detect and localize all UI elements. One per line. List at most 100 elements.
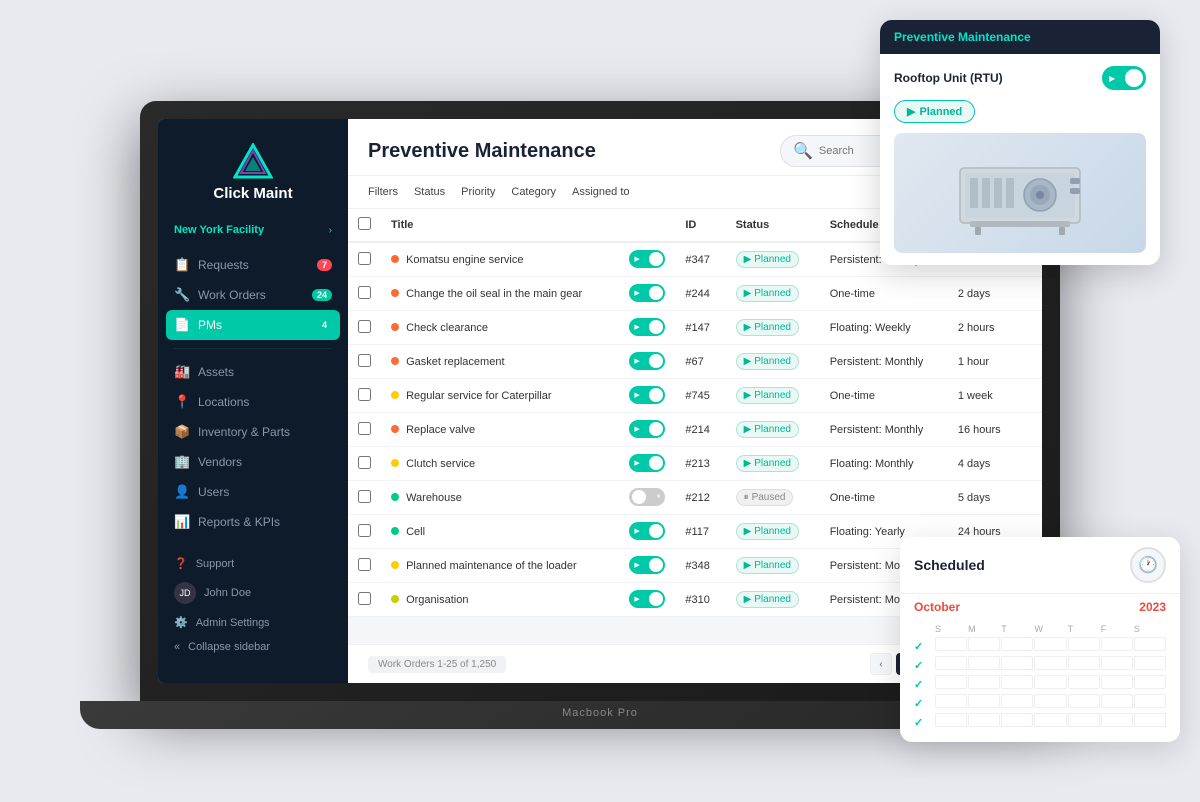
row-checkbox[interactable] xyxy=(358,252,371,265)
inventory-icon: 📦 xyxy=(174,424,190,440)
sidebar-item-label: PMs xyxy=(198,318,222,332)
row-toggle[interactable]: ▶ xyxy=(629,352,665,370)
row-toggle[interactable]: ▶ xyxy=(629,454,665,472)
sidebar-item-users[interactable]: 👤 Users xyxy=(158,477,348,507)
row-toggle-cell: ▶ xyxy=(619,242,675,277)
table-row[interactable]: Gasket replacement ▶ #67 ▶ Planned Persi… xyxy=(348,345,1042,379)
row-toggle[interactable]: ▶ xyxy=(629,556,665,574)
status-badge: ▶ Planned xyxy=(736,387,799,404)
filter-priority[interactable]: Priority xyxy=(461,184,495,200)
cal-cell xyxy=(968,694,1000,708)
status-badge: ▶ Planned xyxy=(736,523,799,540)
sidebar-item-vendors[interactable]: 🏢 Vendors xyxy=(158,447,348,477)
row-title: Change the oil seal in the main gear xyxy=(381,277,619,311)
table-row[interactable]: Check clearance ▶ #147 ▶ Planned Floatin… xyxy=(348,311,1042,345)
row-checkbox[interactable] xyxy=(358,422,371,435)
page-prev-btn[interactable]: ‹ xyxy=(870,653,892,675)
row-title: Regular service for Caterpillar xyxy=(381,379,619,413)
status-badge: ▶ Planned xyxy=(736,421,799,438)
row-toggle[interactable]: ⏸ xyxy=(629,488,665,506)
pm-toggle[interactable]: ▶ xyxy=(1102,66,1146,90)
table-row[interactable]: Regular service for Caterpillar ▶ #745 ▶… xyxy=(348,379,1042,413)
clock-icon: 🕐 xyxy=(1130,547,1166,583)
cal-cell xyxy=(1068,694,1100,708)
row-title-text: Regular service for Caterpillar xyxy=(406,390,552,402)
row-toggle[interactable]: ▶ xyxy=(629,250,665,268)
row-id: #147 xyxy=(675,311,725,345)
row-check xyxy=(348,583,381,617)
pm-play-icon: ▶ xyxy=(1109,74,1115,83)
pms-badge: 4 xyxy=(317,319,332,331)
cal-grid-row: ✓ xyxy=(914,694,1166,712)
row-toggle[interactable]: ▶ xyxy=(629,318,665,336)
row-checkbox[interactable] xyxy=(358,388,371,401)
row-time: 5 days xyxy=(948,481,1042,515)
filter-filters[interactable]: Filters xyxy=(368,184,398,200)
row-id: #117 xyxy=(675,515,725,549)
priority-dot xyxy=(391,323,399,331)
table-row[interactable]: Replace valve ▶ #214 ▶ Planned Persisten… xyxy=(348,413,1042,447)
filter-status[interactable]: Status xyxy=(414,184,445,200)
cal-cell xyxy=(1001,694,1033,708)
row-checkbox[interactable] xyxy=(358,558,371,571)
row-checkbox[interactable] xyxy=(358,456,371,469)
sched-calendar: SMTWTFS✓✓✓✓✓ xyxy=(900,620,1180,742)
assets-icon: 🏭 xyxy=(174,364,190,380)
cal-cell xyxy=(1001,637,1033,651)
status-play-icon: ▶ xyxy=(744,322,752,333)
table-row[interactable]: Clutch service ▶ #213 ▶ Planned Floating… xyxy=(348,447,1042,481)
sidebar-item-locations[interactable]: 📍 Locations xyxy=(158,387,348,417)
row-toggle[interactable]: ▶ xyxy=(629,590,665,608)
sidebar-item-reports[interactable]: 📊 Reports & KPIs xyxy=(158,507,348,537)
row-toggle-cell: ▶ xyxy=(619,311,675,345)
select-all-checkbox[interactable] xyxy=(358,217,371,230)
row-check xyxy=(348,447,381,481)
cal-cell xyxy=(935,675,967,689)
user-name: John Doe xyxy=(204,587,251,599)
support-item[interactable]: ❓ Support xyxy=(158,551,348,576)
filter-assigned[interactable]: Assigned to xyxy=(572,184,629,200)
row-toggle-cell: ▶ xyxy=(619,413,675,447)
cal-cell xyxy=(1034,675,1066,689)
row-toggle-cell: ▶ xyxy=(619,515,675,549)
row-toggle-cell: ▶ xyxy=(619,277,675,311)
status-play-icon: ▶ xyxy=(744,390,752,401)
row-status: ▶ Planned xyxy=(726,583,820,617)
row-id: #213 xyxy=(675,447,725,481)
row-id: #347 xyxy=(675,242,725,277)
row-toggle[interactable]: ▶ xyxy=(629,522,665,540)
table-row[interactable]: Warehouse ⏸ #212 ⏸ Paused One-time 5 day… xyxy=(348,481,1042,515)
row-toggle[interactable]: ▶ xyxy=(629,284,665,302)
sidebar-item-requests[interactable]: 📋 Requests 7 xyxy=(158,250,348,280)
row-toggle[interactable]: ▶ xyxy=(629,386,665,404)
row-checkbox[interactable] xyxy=(358,320,371,333)
row-time: 2 hours xyxy=(948,311,1042,345)
row-check xyxy=(348,242,381,277)
row-checkbox[interactable] xyxy=(358,354,371,367)
sidebar-item-pms[interactable]: 📄 PMs 4 xyxy=(166,310,340,340)
row-checkbox[interactable] xyxy=(358,524,371,537)
row-check xyxy=(348,277,381,311)
table-row[interactable]: Change the oil seal in the main gear ▶ #… xyxy=(348,277,1042,311)
row-check xyxy=(348,481,381,515)
cal-cell xyxy=(1034,637,1066,651)
sidebar-item-inventory[interactable]: 📦 Inventory & Parts xyxy=(158,417,348,447)
priority-dot xyxy=(391,289,399,297)
floating-pm-card: Preventive Maintenance Rooftop Unit (RTU… xyxy=(880,20,1160,265)
collapse-label: Collapse sidebar xyxy=(188,641,270,653)
filter-category[interactable]: Category xyxy=(511,184,556,200)
cal-cell xyxy=(1068,656,1100,670)
admin-settings-item[interactable]: ⚙️ Admin Settings xyxy=(158,610,348,635)
vendors-icon: 🏢 xyxy=(174,454,190,470)
play-icon: ▶ xyxy=(634,425,639,433)
sidebar-item-workorders[interactable]: 🔧 Work Orders 24 xyxy=(158,280,348,310)
support-icon: ❓ xyxy=(174,557,188,570)
collapse-sidebar-item[interactable]: « Collapse sidebar xyxy=(158,635,348,659)
row-checkbox[interactable] xyxy=(358,490,371,503)
row-toggle[interactable]: ▶ xyxy=(629,420,665,438)
logo-text: Click Maint xyxy=(213,185,292,202)
facility-row[interactable]: New York Facility › xyxy=(158,218,348,242)
sidebar-item-assets[interactable]: 🏭 Assets xyxy=(158,357,348,387)
row-checkbox[interactable] xyxy=(358,592,371,605)
row-checkbox[interactable] xyxy=(358,286,371,299)
